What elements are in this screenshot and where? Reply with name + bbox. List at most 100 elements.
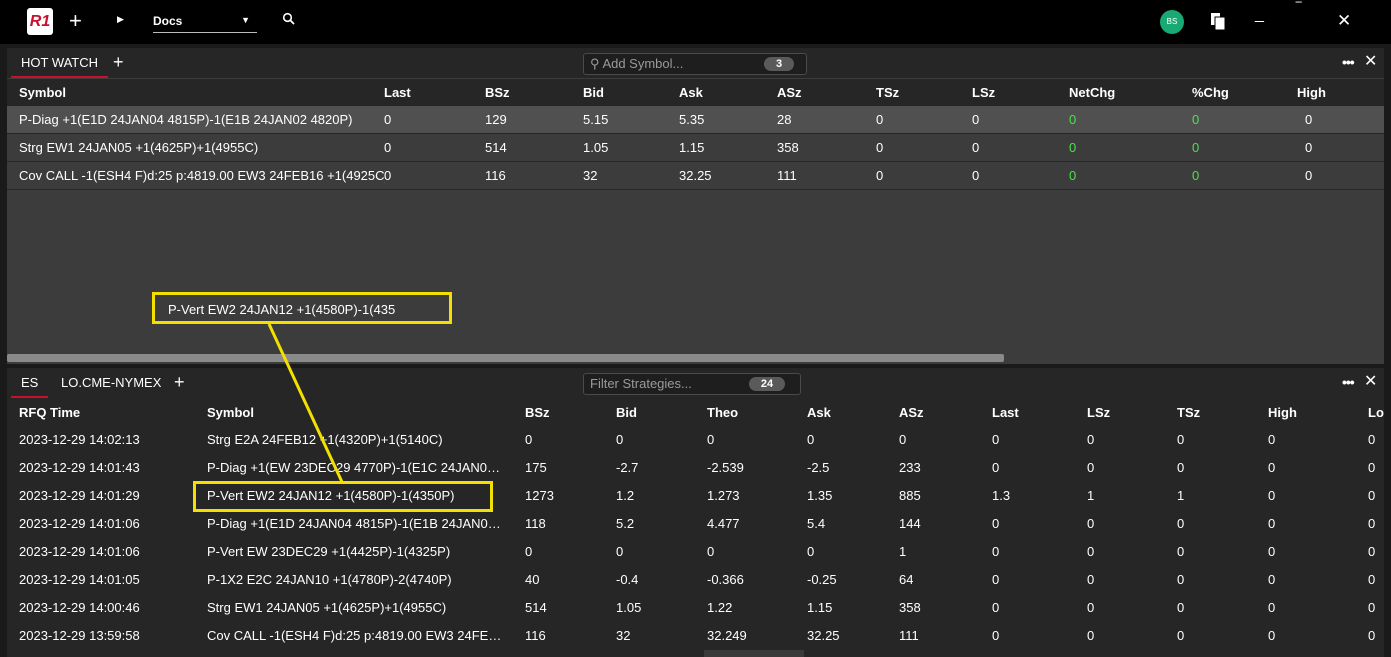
filter-strategies-input[interactable]: Filter Strategies... 24 — [583, 373, 801, 395]
col-header[interactable]: Theo — [707, 405, 738, 420]
table-row[interactable]: Strg EW1 24JAN05 +1(4625P)+1(4955C) 0 51… — [7, 134, 1384, 162]
col-header[interactable]: LSz — [972, 85, 995, 100]
new-window-plus-icon[interactable]: + — [69, 9, 82, 33]
col-header[interactable]: Bid — [616, 405, 637, 420]
col-header[interactable]: Symbol — [19, 85, 66, 100]
bsz-cell: 514 — [525, 600, 547, 615]
col-header[interactable]: High — [1268, 405, 1297, 420]
bsz-cell: 118 — [525, 516, 546, 531]
high-cell: 0 — [1268, 544, 1276, 559]
last-cell: 0 — [384, 140, 392, 155]
title-bar: R1 + ▶ Docs ▼ BS _ ‾ ✕ — [0, 0, 1391, 44]
bsz-cell: 116 — [525, 628, 546, 643]
rfq-time-cell: 2023-12-29 14:01:29 — [19, 488, 140, 503]
add-symbol-input[interactable]: ⚲ Add Symbol... 3 — [583, 53, 807, 75]
col-header[interactable]: NetChg — [1069, 85, 1115, 100]
tab-lo-cme-nymex[interactable]: LO.CME-NYMEX — [61, 368, 161, 398]
tsz-cell: 0 — [1177, 516, 1185, 531]
bsz-cell: 0 — [525, 544, 533, 559]
close-window-icon[interactable]: ✕ — [1337, 12, 1351, 29]
tab-hot-watch[interactable]: HOT WATCH — [11, 48, 109, 78]
col-header[interactable]: Lo — [1368, 405, 1384, 420]
low-cell: 0 — [1368, 460, 1376, 475]
asz-cell: 233 — [899, 460, 921, 475]
col-header[interactable]: Last — [384, 85, 411, 100]
minimize-icon[interactable]: _ — [1255, 6, 1264, 24]
asz-cell: 885 — [899, 488, 921, 503]
tab-es[interactable]: ES — [11, 368, 49, 398]
bsz-cell: 1273 — [525, 488, 554, 503]
theo-cell: 4.477 — [707, 516, 740, 531]
table-row[interactable]: 2023-12-29 14:01:06 P-Diag +1(E1D 24JAN04… — [7, 510, 1384, 538]
lsz-cell: 0 — [972, 168, 980, 183]
col-header[interactable]: ASz — [777, 85, 802, 100]
add-tab-plus-icon[interactable]: + — [113, 52, 124, 72]
theo-cell: 32.249 — [707, 628, 747, 643]
rfq-time-cell: 2023-12-29 14:01:43 — [19, 460, 140, 475]
close-panel-icon[interactable]: ✕ — [1364, 374, 1377, 390]
symbol-cell: P-1X2 E2C 24JAN10 +1(4780P)-2(4740P) — [207, 572, 452, 587]
col-header[interactable]: Ask — [679, 85, 703, 100]
theo-cell: -0.366 — [707, 572, 744, 587]
horizontal-scrollbar[interactable] — [7, 354, 1004, 362]
add-tab-plus-icon[interactable]: + — [174, 372, 185, 392]
bid-cell: 32 — [616, 628, 631, 643]
col-header[interactable]: BSz — [525, 405, 550, 420]
col-header[interactable]: TSz — [876, 85, 899, 100]
col-header[interactable]: BSz — [485, 85, 510, 100]
pctchg-cell: 0 — [1192, 112, 1200, 127]
expand-caret-icon[interactable]: ▶ — [117, 14, 124, 25]
lsz-cell: 1 — [1087, 488, 1095, 503]
app-logo: R1 — [27, 8, 53, 35]
high-cell: 0 — [1268, 600, 1276, 615]
es-panel: ES LO.CME-NYMEX + Filter Strategies... 2… — [7, 368, 1384, 657]
col-header[interactable]: Ask — [807, 405, 831, 420]
last-cell: 0 — [992, 600, 1000, 615]
lsz-cell: 0 — [1087, 628, 1095, 643]
table-row[interactable]: 2023-12-29 14:01:06 P-Vert EW 23DEC29 +1(… — [7, 538, 1384, 566]
col-header[interactable]: RFQ Time — [19, 405, 80, 420]
table-row[interactable]: 2023-12-29 14:02:13 Strg E2A 24FEB12 +1(4… — [7, 426, 1384, 454]
workspace-select[interactable]: Docs ▼ — [153, 14, 257, 33]
col-header[interactable]: Last — [992, 405, 1019, 420]
es-column-headers: RFQ Time Symbol BSz Bid Theo Ask ASz Las… — [7, 399, 1384, 426]
col-header[interactable]: TSz — [1177, 405, 1200, 420]
tsz-cell: 0 — [1177, 600, 1185, 615]
table-row[interactable]: 2023-12-29 13:59:58 Cov CALL -1(ESH4 F)d:… — [7, 622, 1384, 650]
search-icon[interactable] — [282, 12, 296, 26]
table-row[interactable]: Cov CALL -1(ESH4 F)d:25 p:4819.00 EW3 24… — [7, 162, 1384, 190]
table-row[interactable]: 2023-12-29 14:01:05 P-1X2 E2C 24JAN10 +1(… — [7, 566, 1384, 594]
user-avatar[interactable]: BS — [1160, 10, 1184, 34]
table-row[interactable]: P-Diag +1(E1D 24JAN04 4815P)-1(E1B 24JAN… — [7, 106, 1384, 134]
theo-cell: 1.22 — [707, 600, 733, 615]
tab-label: LO.CME-NYMEX — [61, 375, 162, 390]
chevron-down-icon: ▼ — [241, 15, 250, 25]
col-header[interactable]: ASz — [899, 405, 924, 420]
bid-cell: 1.05 — [583, 140, 609, 155]
table-row[interactable]: 2023-12-29 14:01:43 P-Diag +1(EW 23DEC29 … — [7, 454, 1384, 482]
col-header[interactable]: Bid — [583, 85, 604, 100]
rfq-time-cell: 2023-12-29 13:59:58 — [19, 628, 140, 643]
ask-cell: 5.4 — [807, 516, 826, 531]
ask-cell: -0.25 — [807, 572, 837, 587]
col-header[interactable]: Symbol — [207, 405, 254, 420]
maximize-icon[interactable]: ‾ — [1296, 1, 1301, 19]
more-options-icon[interactable]: ••• — [1342, 374, 1355, 390]
col-header[interactable]: LSz — [1087, 405, 1110, 420]
high-cell: 0 — [1268, 516, 1276, 531]
bid-cell: 1.05 — [616, 600, 642, 615]
table-row[interactable]: 2023-12-29 14:00:46 Strg EW1 24JAN05 +1(4… — [7, 594, 1384, 622]
symbol-cell: Strg E2A 24FEB12 +1(4320P)+1(5140C) — [207, 432, 443, 447]
tsz-cell: 0 — [1177, 628, 1185, 643]
drag-ghost-label: P-Vert EW2 24JAN12 +1(4580P)-1(435 — [168, 302, 396, 317]
bid-cell: 32 — [583, 168, 598, 183]
copy-icon[interactable] — [1210, 12, 1226, 31]
more-options-icon[interactable]: ••• — [1342, 54, 1355, 70]
close-panel-icon[interactable]: ✕ — [1364, 54, 1377, 70]
col-header[interactable]: High — [1297, 85, 1326, 100]
asz-cell: 358 — [777, 140, 799, 155]
bid-cell: 5.15 — [583, 112, 609, 127]
col-header[interactable]: %Chg — [1192, 85, 1229, 100]
ask-cell: 32.25 — [807, 628, 840, 643]
last-cell: 0 — [992, 544, 1000, 559]
